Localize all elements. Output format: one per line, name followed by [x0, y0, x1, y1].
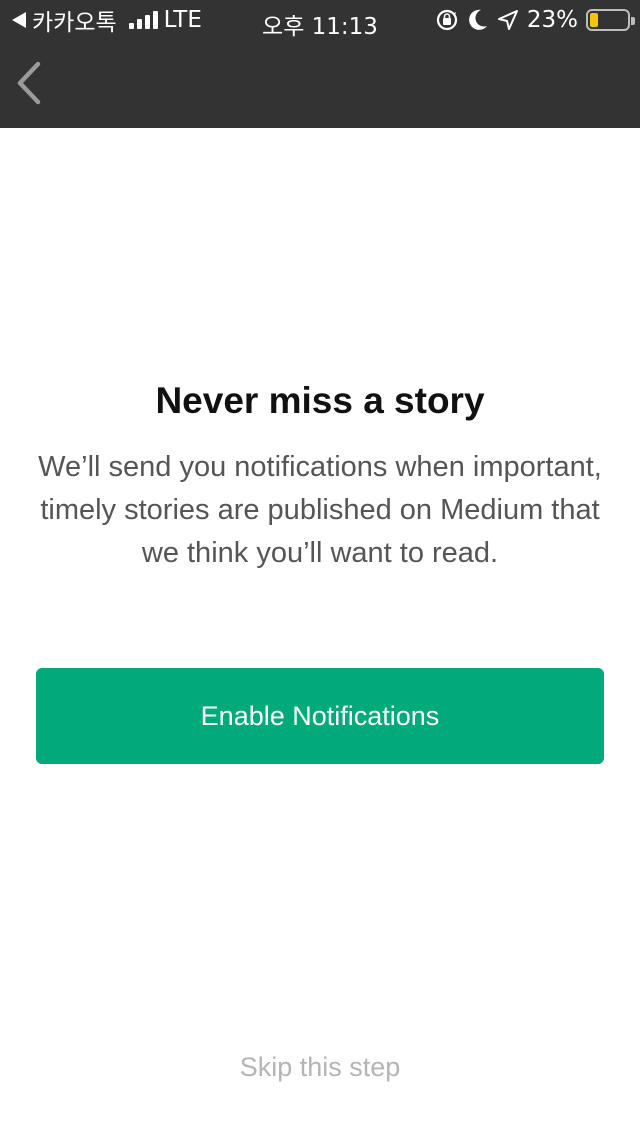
battery-percent: 23% [526, 7, 578, 33]
enable-notifications-button[interactable]: Enable Notifications [36, 668, 604, 764]
main-content: Never miss a story We’ll send you notifi… [0, 128, 640, 1136]
status-bar: 카카오톡 LTE 오후 11:13 23% [0, 0, 640, 40]
chevron-left-icon [17, 61, 41, 105]
rotation-lock-icon [436, 9, 457, 31]
back-button[interactable] [10, 58, 50, 108]
description-text: We’ll send you notifications when import… [38, 451, 602, 569]
status-right: 23% [435, 6, 635, 34]
page-title: Never miss a story [155, 380, 485, 421]
battery-icon [586, 9, 635, 31]
app-header: 카카오톡 LTE 오후 11:13 23% [0, 0, 640, 128]
battery-nub [631, 17, 635, 25]
moon-icon [469, 9, 487, 30]
location-icon [497, 10, 518, 30]
skip-step-link[interactable]: Skip this step [0, 1052, 640, 1083]
battery-fill [590, 13, 598, 27]
